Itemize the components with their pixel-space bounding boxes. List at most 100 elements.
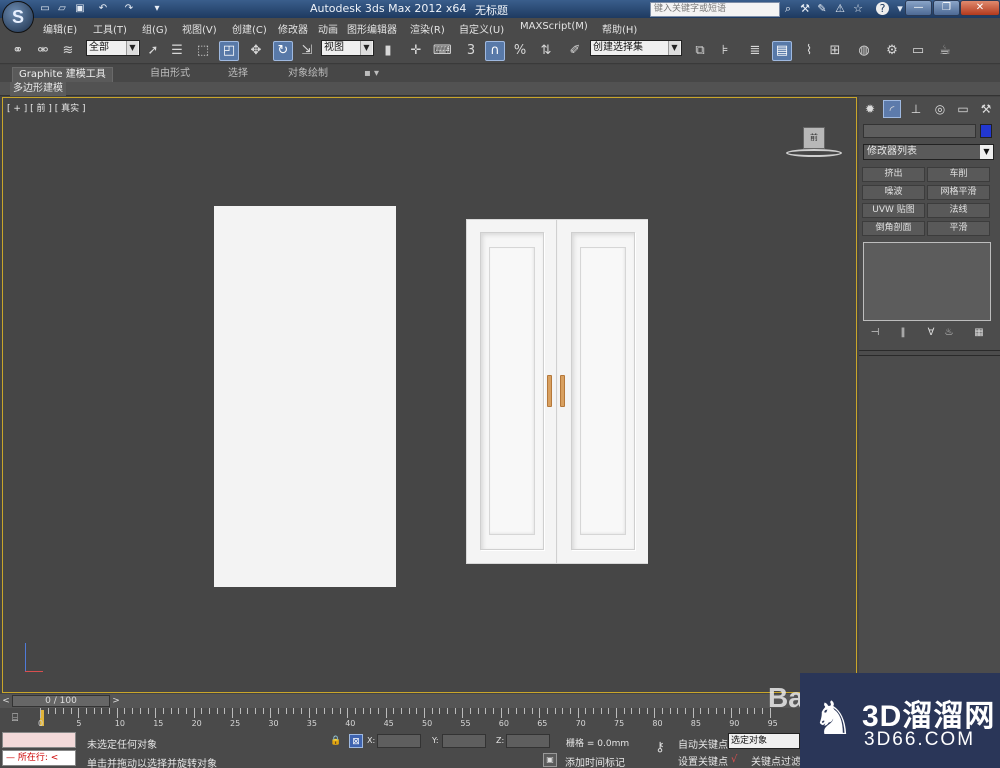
object-name-input[interactable]: [863, 124, 976, 138]
motion-tab-icon[interactable]: ◎: [931, 100, 949, 118]
menu-edit[interactable]: 编辑(E): [43, 21, 77, 36]
edit-named-selection-icon[interactable]: ✐: [565, 41, 585, 61]
selection-region-icon[interactable]: ⬚: [193, 41, 213, 61]
select-and-scale-icon[interactable]: ⇲: [297, 41, 317, 61]
close-button[interactable]: ✕: [960, 0, 1000, 16]
quick-access-dropdown-icon[interactable]: ▾: [150, 2, 164, 15]
pivot-center-icon[interactable]: ▮: [378, 41, 398, 61]
new-file-icon[interactable]: ▭: [38, 2, 52, 15]
angle-snap-icon[interactable]: ∩: [485, 41, 505, 61]
maxscript-line[interactable]: — 所在行: <: [2, 750, 76, 766]
tab-selection[interactable]: 选择: [222, 67, 254, 82]
reference-coordinate-dropdown[interactable]: 视图 ▼: [321, 40, 374, 56]
menu-animation[interactable]: 动画: [318, 21, 338, 36]
object-color-swatch[interactable]: [980, 124, 992, 138]
viewcube[interactable]: 前: [786, 127, 842, 159]
normal-button[interactable]: 法线: [927, 203, 990, 218]
menu-tools[interactable]: 工具(T): [93, 21, 127, 36]
spinner-snap-icon[interactable]: ⇅: [536, 41, 556, 61]
subscription-icon[interactable]: ⚒: [798, 2, 812, 16]
modify-tab-icon[interactable]: ◜: [883, 100, 901, 118]
key-icon[interactable]: ⚷: [648, 740, 672, 756]
help-icon[interactable]: ?: [876, 2, 889, 15]
select-and-rotate-icon[interactable]: ↻: [273, 41, 293, 61]
viewcube-face[interactable]: 前: [803, 127, 825, 149]
render-production-icon[interactable]: ☕: [935, 41, 955, 61]
undo-icon[interactable]: ↶: [96, 2, 110, 15]
menu-maxscript[interactable]: MAXScript(M): [520, 21, 588, 32]
rendered-frame-window-icon[interactable]: ▭: [908, 41, 928, 61]
pin-stack-icon[interactable]: ⊣: [867, 326, 883, 340]
auto-key-button[interactable]: 自动关键点: [678, 736, 728, 751]
create-tab-icon[interactable]: ✹: [861, 100, 879, 118]
bevel-profile-button[interactable]: 倒角剖面: [862, 221, 925, 236]
redo-icon[interactable]: ↷: [122, 2, 136, 15]
utilities-tab-icon[interactable]: ⚒: [977, 100, 995, 118]
curve-editor-icon[interactable]: ⌇: [799, 41, 819, 61]
hierarchy-tab-icon[interactable]: ⊥: [907, 100, 925, 118]
layer-manager-icon[interactable]: ≣: [745, 41, 765, 61]
menu-graph-editors[interactable]: 图形编辑器: [347, 21, 397, 36]
show-end-result-icon[interactable]: ‖: [895, 326, 911, 340]
remove-modifier-icon[interactable]: ♨: [941, 326, 957, 340]
window-crossing-icon[interactable]: ◰: [219, 41, 239, 61]
named-selection-dropdown[interactable]: 创建选择集 ▼: [590, 40, 682, 56]
viewport-label[interactable]: [ + ] [ 前 ] [ 真实 ]: [7, 101, 86, 114]
maximize-button[interactable]: ❐: [933, 0, 960, 16]
key-filters-button[interactable]: 关键点过滤: [751, 753, 801, 768]
side-panel-object[interactable]: [214, 206, 396, 587]
uvw-map-button[interactable]: UVW 贴图: [862, 203, 925, 218]
select-and-link-icon[interactable]: ⚭: [8, 41, 28, 61]
modifier-stack[interactable]: [863, 242, 991, 321]
time-tag-icon[interactable]: ▣: [543, 753, 557, 767]
communication-icon[interactable]: ✎: [815, 2, 829, 16]
smooth-button[interactable]: 平滑: [927, 221, 990, 236]
percent-snap-icon[interactable]: %: [510, 41, 530, 61]
absolute-mode-icon[interactable]: ⊠: [349, 734, 363, 748]
x-coordinate-field[interactable]: [377, 734, 421, 748]
search-input[interactable]: 键入关键字或短语: [650, 2, 780, 17]
door-leaf-right[interactable]: [558, 220, 648, 563]
z-coordinate-field[interactable]: [506, 734, 550, 748]
ribbon-options-icon[interactable]: ▪ ▾: [358, 67, 385, 82]
menu-modifiers[interactable]: 修改器: [278, 21, 308, 36]
snaps-toggle-icon[interactable]: 3: [461, 41, 481, 61]
select-and-move-icon[interactable]: ✥: [246, 41, 266, 61]
graphite-toggle-icon[interactable]: ▤: [772, 41, 792, 61]
tab-object-paint[interactable]: 对象绘制: [282, 67, 334, 82]
set-key-button[interactable]: 设置关键点: [678, 753, 728, 768]
lathe-button[interactable]: 车削: [927, 167, 990, 182]
menu-views[interactable]: 视图(V): [182, 21, 217, 36]
schematic-view-icon[interactable]: ⊞: [825, 41, 845, 61]
display-tab-icon[interactable]: ▭: [954, 100, 972, 118]
key-mode-dropdown[interactable]: 选定对象: [728, 733, 800, 749]
favorites-icon[interactable]: ☆: [851, 2, 865, 16]
double-door-object[interactable]: [466, 219, 648, 564]
tab-graphite-modeling[interactable]: Graphite 建模工具: [12, 67, 113, 82]
render-setup-icon[interactable]: ⚙: [882, 41, 902, 61]
search-icon[interactable]: ⌕: [781, 2, 795, 16]
material-editor-icon[interactable]: ◍: [854, 41, 874, 61]
open-mini-curve-editor-icon[interactable]: ⌸: [6, 711, 24, 727]
unlink-icon[interactable]: ⚮: [33, 41, 53, 61]
previous-frame-icon[interactable]: <: [1, 695, 11, 707]
keyboard-shortcut-override-icon[interactable]: ⌨: [432, 41, 452, 61]
make-unique-icon[interactable]: ∀: [923, 326, 939, 340]
minimize-button[interactable]: —: [905, 0, 932, 16]
noise-button[interactable]: 噪波: [862, 185, 925, 200]
menu-create[interactable]: 创建(C): [232, 21, 267, 36]
app-logo-icon[interactable]: S: [2, 1, 34, 33]
extrude-button[interactable]: 挤出: [862, 167, 925, 182]
menu-customize[interactable]: 自定义(U): [459, 21, 504, 36]
tab-freeform[interactable]: 自由形式: [144, 67, 196, 82]
viewcube-ring[interactable]: [786, 149, 842, 157]
modifier-list-dropdown[interactable]: 修改器列表 ▼: [863, 144, 994, 160]
front-viewport[interactable]: [ + ] [ 前 ] [ 真实 ] 前: [2, 97, 857, 693]
tangent-curve-icon[interactable]: √: [731, 753, 745, 766]
lock-selection-icon[interactable]: 🔒: [329, 734, 343, 748]
select-object-icon[interactable]: ➚: [143, 41, 163, 61]
y-coordinate-field[interactable]: [442, 734, 486, 748]
exchange-icon[interactable]: ⚠: [833, 2, 847, 16]
select-by-name-icon[interactable]: ☰: [167, 41, 187, 61]
align-icon[interactable]: ⊧: [715, 41, 735, 61]
